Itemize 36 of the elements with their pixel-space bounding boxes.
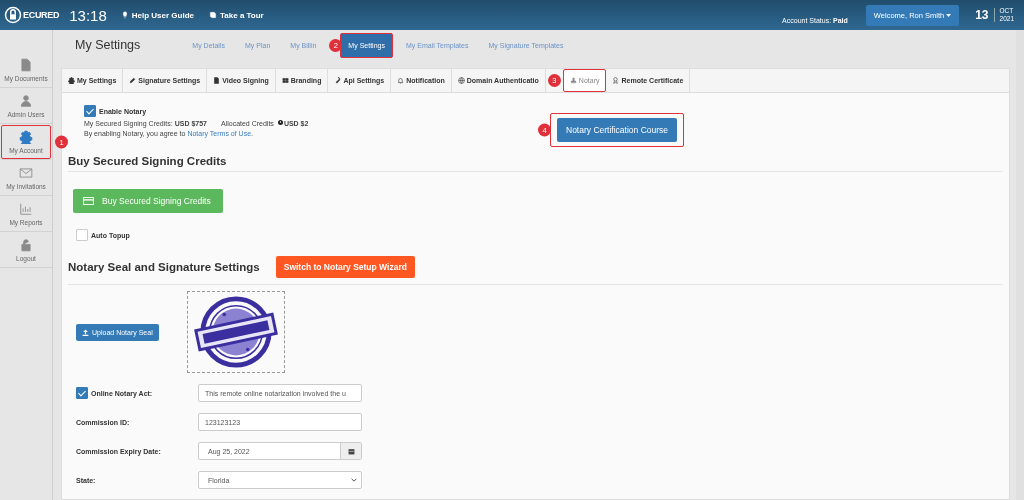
info-icon [277, 120, 283, 125]
section-heading: Notary Seal and Signature Settings [68, 261, 260, 273]
user-icon [19, 93, 33, 108]
wrench-icon [334, 77, 342, 84]
pencil-icon [129, 77, 137, 84]
video-file-icon [213, 77, 221, 84]
document-icon [19, 57, 33, 72]
upload-icon [82, 328, 89, 336]
setup-wizard-button[interactable]: Switch to Notary Setup Wizard [275, 256, 415, 278]
clock-time: 13:18 [69, 6, 107, 24]
date-day: 13 [975, 8, 995, 22]
header-link[interactable]: Take a Tour [209, 10, 264, 20]
calendar-icon [347, 447, 355, 455]
bar-chart-icon [19, 201, 33, 216]
auto-topup-checkbox[interactable] [76, 229, 88, 241]
caret-icon [946, 13, 952, 17]
stamp-icon [569, 77, 577, 84]
page-title: My Settings [75, 38, 141, 52]
notary-course-button[interactable]: Notary Certification Course [557, 118, 678, 142]
lightbulb-icon [120, 11, 129, 19]
globe-icon [457, 77, 465, 84]
scrollbar[interactable] [1016, 30, 1024, 500]
chevron-down-icon [351, 478, 357, 482]
padlock-icon [19, 237, 33, 252]
form-checkbox[interactable] [76, 387, 88, 399]
bell-icon [397, 77, 405, 84]
header-link[interactable]: Help User Guide [120, 10, 194, 20]
envelope-icon [19, 165, 33, 180]
enable-notary-checkbox[interactable] [84, 105, 96, 117]
award-icon [612, 77, 620, 84]
book-icon [209, 11, 217, 19]
section-heading: Buy Secured Signing Credits [68, 155, 1003, 172]
grid-icon [281, 77, 289, 84]
credit-card-icon [83, 197, 94, 205]
logo-text: ECURED [23, 10, 60, 20]
padlock-logo-icon [4, 6, 22, 24]
